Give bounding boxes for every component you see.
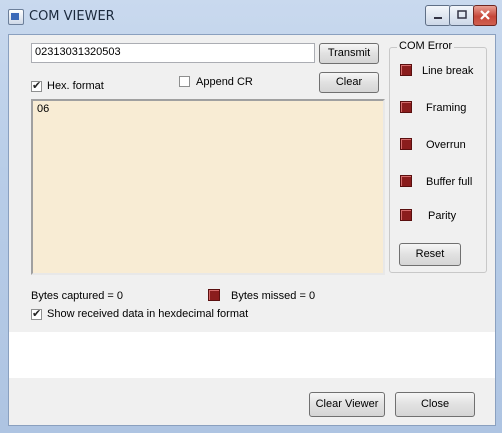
parity-label: Parity [428, 210, 457, 222]
minimize-icon [434, 17, 442, 19]
overrun-indicator [400, 138, 412, 150]
close-window-button[interactable] [473, 5, 497, 26]
overrun-label: Overrun [426, 139, 466, 151]
app-icon[interactable] [8, 9, 24, 25]
reset-button[interactable]: Reset [399, 243, 461, 266]
com-error-title: COM Error [397, 40, 455, 52]
clear-button[interactable]: Clear [319, 72, 379, 93]
window-title: COM VIEWER [29, 9, 115, 24]
maximize-button[interactable] [449, 5, 475, 26]
append-cr-label: Append CR [196, 76, 253, 88]
show-hex-label: Show received data in hexdecimal format [47, 308, 249, 320]
framing-indicator [400, 101, 412, 113]
hex-format-label: Hex. format [47, 80, 104, 92]
parity-indicator [400, 209, 412, 221]
close-button[interactable]: Close [395, 392, 475, 417]
client-area: 02313031320503 Transmit Hex. format Appe… [8, 34, 496, 426]
received-data-area[interactable]: 06 [31, 99, 385, 275]
footer-band [9, 332, 495, 378]
transmit-data-input[interactable]: 02313031320503 [31, 43, 315, 63]
show-hex-checkbox[interactable] [31, 307, 42, 320]
framing-label: Framing [426, 102, 467, 114]
hex-format-checkbox[interactable] [31, 79, 42, 92]
bytes-missed-status: Bytes missed = 0 [231, 290, 316, 302]
append-cr-checkbox[interactable] [179, 76, 190, 87]
close-icon [480, 10, 490, 20]
minimize-button[interactable] [425, 5, 451, 26]
bytes-missed-indicator [208, 289, 220, 301]
clear-viewer-button[interactable]: Clear Viewer [309, 392, 385, 417]
buffer-full-indicator [400, 175, 412, 187]
line-break-label: Line break [422, 65, 474, 77]
com-error-group [389, 47, 487, 273]
buffer-full-label: Buffer full [426, 176, 473, 188]
app-window: COM VIEWER 02313031320503 Transmit Hex. … [0, 0, 502, 433]
bytes-captured-status: Bytes captured = 0 [31, 290, 124, 302]
line-break-indicator [400, 64, 412, 76]
title-bar[interactable]: COM VIEWER [0, 0, 502, 36]
transmit-button[interactable]: Transmit [319, 43, 379, 64]
maximize-icon [457, 10, 467, 19]
